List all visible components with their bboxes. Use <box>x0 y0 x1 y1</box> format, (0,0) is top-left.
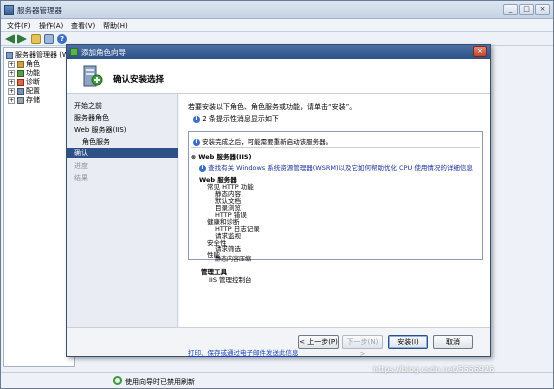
info-icon: i <box>193 115 200 123</box>
expand-icon[interactable]: + <box>8 60 15 68</box>
roles-icon <box>17 60 24 68</box>
expand-icon[interactable]: + <box>8 69 15 77</box>
expand-icon[interactable]: + <box>8 87 15 95</box>
intro-text: 若要安装以下角色、角色服务或功能，请单击“安装”。 <box>188 103 357 111</box>
info-icon: i <box>199 164 206 172</box>
nav-before-you-begin[interactable]: 开始之前 <box>74 101 102 111</box>
info-icon: i <box>193 138 200 146</box>
dialog-heading: 确认安装选择 <box>113 75 165 85</box>
previous-button[interactable]: < 上一步(P) <box>298 335 339 349</box>
dialog-header: 确认安装选择 <box>67 59 490 94</box>
server-manager-icon <box>4 5 14 15</box>
wizard-icon <box>70 48 78 56</box>
tree-label: 存储 <box>26 96 40 104</box>
tree-label: 服务器管理器 (W <box>15 51 69 59</box>
server-icon <box>6 51 13 59</box>
expand-icon[interactable]: + <box>8 78 15 86</box>
main-window-title: 服务器管理器 <box>17 6 62 15</box>
add-roles-wizard-dialog: 添加角色向导 × 确认安装选择 开始之前 服务器角色 Web 服务器(IIS) … <box>66 44 491 358</box>
diagnostics-icon <box>17 78 24 86</box>
srm-note-row: i 查找有关 Windows 系统资源管理器(WSRM)以及它如何帮助优化 CP… <box>199 162 473 172</box>
section-title: Web 服务器(IIS) <box>198 153 252 161</box>
next-button[interactable]: 下一步(N) > <box>342 335 383 358</box>
forward-arrow-icon[interactable] <box>17 34 27 44</box>
info-count-row: i 2 条提示性消息显示如下 <box>193 114 279 124</box>
menu-view[interactable]: 查看(V) <box>71 21 95 31</box>
maximize-icon[interactable]: □ <box>519 4 534 15</box>
nav-web-server-iis[interactable]: Web 服务器(IIS) <box>74 125 127 135</box>
tree-label: 诊断 <box>26 78 40 86</box>
configuration-icon <box>17 87 24 95</box>
section-header[interactable]: ⊗ Web 服务器(IIS) <box>191 151 252 161</box>
expand-icon[interactable]: + <box>8 96 15 104</box>
srm-note[interactable]: 查找有关 Windows 系统资源管理器(WSRM)以及它如何帮助优化 CPU … <box>208 164 473 172</box>
menu-action[interactable]: 操作(A) <box>39 21 63 31</box>
wizard-step-nav: 开始之前 服务器角色 Web 服务器(IIS) 角色服务 确认 进度 结果 <box>67 94 178 327</box>
nav-results: 结果 <box>74 174 88 182</box>
tree-node-storage[interactable]: + 存储 <box>8 95 40 105</box>
close-icon[interactable]: × <box>535 4 550 15</box>
menu-file[interactable]: 文件(F) <box>7 21 31 31</box>
status-text: 使用向导时已禁用刷新 <box>125 378 195 386</box>
dialog-title-bar[interactable]: 添加角色向导 × <box>67 45 490 59</box>
refresh-icon <box>113 376 122 385</box>
role-service-item: 静态内容压缩 <box>215 256 252 263</box>
info-count-text: 2 条提示性消息显示如下 <box>202 115 279 123</box>
minimize-icon[interactable]: _ <box>503 4 518 15</box>
nav-progress: 进度 <box>74 162 88 170</box>
tree-label: 角色 <box>26 60 40 68</box>
server-role-icon <box>83 65 103 87</box>
tree-label: 配置 <box>26 87 40 95</box>
tree-label: 功能 <box>26 69 40 77</box>
divider <box>191 147 480 148</box>
nav-role-services[interactable]: 角色服务 <box>82 137 110 147</box>
storage-icon <box>17 96 24 104</box>
install-button[interactable]: 安装(I) <box>388 335 428 349</box>
watermark: https://blog.csdn.net/5556926 <box>373 365 495 374</box>
dialog-title: 添加角色向导 <box>81 48 126 57</box>
menu-help[interactable]: 帮助(H) <box>103 21 128 31</box>
dialog-content: 若要安装以下角色、角色服务或功能，请单击“安装”。 i 2 条提示性消息显示如下… <box>179 94 490 357</box>
management-tool-item: IIS 管理控制台 <box>209 276 252 284</box>
help-icon[interactable]: ? <box>57 34 67 44</box>
restart-note: 安装完成之后，可能需要重新启动该服务器。 <box>202 138 333 146</box>
collapse-icon[interactable]: ⊗ <box>191 154 196 161</box>
show-hide-tree-icon[interactable] <box>44 34 54 44</box>
main-title-bar[interactable]: 服务器管理器 _ □ × <box>1 1 553 19</box>
features-icon <box>17 69 24 77</box>
menu-bar: 文件(F) 操作(A) 查看(V) 帮助(H) <box>1 19 553 32</box>
back-arrow-icon[interactable] <box>5 34 15 44</box>
folder-up-icon[interactable] <box>31 34 41 44</box>
dialog-close-icon[interactable]: × <box>473 46 487 57</box>
console-tree: 服务器管理器 (W + 角色 + 功能 + 诊断 + 配置 + 存储 <box>3 47 75 367</box>
status-bar: 使用向导时已禁用刷新 <box>1 372 553 388</box>
print-save-email-link[interactable]: 打印、保存或通过电子邮件发送此信息 <box>188 347 299 357</box>
footer-divider <box>67 327 490 328</box>
nav-confirmation[interactable]: 确认 <box>67 148 178 158</box>
confirmation-summary: i 安装完成之后，可能需要重新启动该服务器。 ⊗ Web 服务器(IIS) i … <box>188 131 483 263</box>
restart-note-row: i 安装完成之后，可能需要重新启动该服务器。 <box>193 136 332 146</box>
nav-server-roles[interactable]: 服务器角色 <box>74 113 109 123</box>
cancel-button[interactable]: 取消 <box>433 335 473 349</box>
